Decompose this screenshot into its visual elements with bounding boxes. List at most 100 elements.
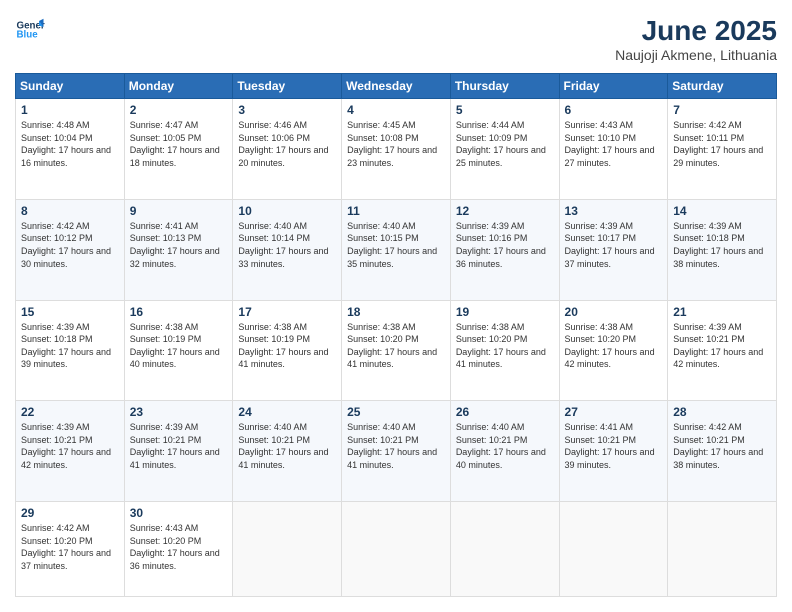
page: General Blue June 2025 Naujoji Akmene, L… (0, 0, 792, 612)
day-number: 27 (565, 405, 663, 419)
day-number: 9 (130, 204, 228, 218)
table-cell: 26 Sunrise: 4:40 AMSunset: 10:21 PMDayli… (450, 401, 559, 502)
day-info: Sunrise: 4:40 AMSunset: 10:14 PMDaylight… (238, 221, 328, 269)
day-number: 11 (347, 204, 445, 218)
col-sunday: Sunday (16, 74, 125, 99)
day-number: 21 (673, 305, 771, 319)
day-info: Sunrise: 4:40 AMSunset: 10:21 PMDaylight… (238, 422, 328, 470)
day-number: 22 (21, 405, 119, 419)
col-wednesday: Wednesday (342, 74, 451, 99)
subtitle: Naujoji Akmene, Lithuania (615, 47, 777, 63)
day-number: 10 (238, 204, 336, 218)
day-number: 20 (565, 305, 663, 319)
table-cell: 28 Sunrise: 4:42 AMSunset: 10:21 PMDayli… (668, 401, 777, 502)
table-cell: 21 Sunrise: 4:39 AMSunset: 10:21 PMDayli… (668, 300, 777, 401)
day-number: 26 (456, 405, 554, 419)
day-number: 23 (130, 405, 228, 419)
day-number: 6 (565, 103, 663, 117)
table-cell: 12 Sunrise: 4:39 AMSunset: 10:16 PMDayli… (450, 199, 559, 300)
logo: General Blue (15, 15, 45, 45)
day-number: 17 (238, 305, 336, 319)
table-cell (559, 502, 668, 597)
table-cell: 30 Sunrise: 4:43 AMSunset: 10:20 PMDayli… (124, 502, 233, 597)
day-info: Sunrise: 4:39 AMSunset: 10:16 PMDaylight… (456, 221, 546, 269)
day-info: Sunrise: 4:40 AMSunset: 10:15 PMDaylight… (347, 221, 437, 269)
day-number: 3 (238, 103, 336, 117)
table-cell: 10 Sunrise: 4:40 AMSunset: 10:14 PMDayli… (233, 199, 342, 300)
day-info: Sunrise: 4:40 AMSunset: 10:21 PMDaylight… (347, 422, 437, 470)
table-cell: 20 Sunrise: 4:38 AMSunset: 10:20 PMDayli… (559, 300, 668, 401)
table-cell: 6 Sunrise: 4:43 AMSunset: 10:10 PMDaylig… (559, 99, 668, 200)
day-number: 18 (347, 305, 445, 319)
table-cell: 4 Sunrise: 4:45 AMSunset: 10:08 PMDaylig… (342, 99, 451, 200)
table-cell: 3 Sunrise: 4:46 AMSunset: 10:06 PMDaylig… (233, 99, 342, 200)
day-info: Sunrise: 4:41 AMSunset: 10:13 PMDaylight… (130, 221, 220, 269)
day-info: Sunrise: 4:38 AMSunset: 10:20 PMDaylight… (347, 322, 437, 370)
day-info: Sunrise: 4:38 AMSunset: 10:20 PMDaylight… (565, 322, 655, 370)
col-friday: Friday (559, 74, 668, 99)
main-title: June 2025 (615, 15, 777, 47)
table-cell: 14 Sunrise: 4:39 AMSunset: 10:18 PMDayli… (668, 199, 777, 300)
day-info: Sunrise: 4:38 AMSunset: 10:20 PMDaylight… (456, 322, 546, 370)
table-cell: 7 Sunrise: 4:42 AMSunset: 10:11 PMDaylig… (668, 99, 777, 200)
day-info: Sunrise: 4:42 AMSunset: 10:11 PMDaylight… (673, 120, 763, 168)
day-number: 24 (238, 405, 336, 419)
day-number: 7 (673, 103, 771, 117)
table-cell (233, 502, 342, 597)
day-number: 16 (130, 305, 228, 319)
table-cell: 25 Sunrise: 4:40 AMSunset: 10:21 PMDayli… (342, 401, 451, 502)
table-cell (450, 502, 559, 597)
col-tuesday: Tuesday (233, 74, 342, 99)
day-number: 1 (21, 103, 119, 117)
calendar-table: Sunday Monday Tuesday Wednesday Thursday… (15, 73, 777, 597)
day-number: 15 (21, 305, 119, 319)
table-cell: 2 Sunrise: 4:47 AMSunset: 10:05 PMDaylig… (124, 99, 233, 200)
day-info: Sunrise: 4:39 AMSunset: 10:21 PMDaylight… (130, 422, 220, 470)
day-number: 12 (456, 204, 554, 218)
calendar-header-row: Sunday Monday Tuesday Wednesday Thursday… (16, 74, 777, 99)
day-number: 8 (21, 204, 119, 218)
day-info: Sunrise: 4:42 AMSunset: 10:21 PMDaylight… (673, 422, 763, 470)
day-number: 25 (347, 405, 445, 419)
day-info: Sunrise: 4:38 AMSunset: 10:19 PMDaylight… (238, 322, 328, 370)
table-cell (668, 502, 777, 597)
header: General Blue June 2025 Naujoji Akmene, L… (15, 15, 777, 63)
day-info: Sunrise: 4:48 AMSunset: 10:04 PMDaylight… (21, 120, 111, 168)
svg-text:Blue: Blue (17, 30, 39, 41)
col-monday: Monday (124, 74, 233, 99)
table-cell: 9 Sunrise: 4:41 AMSunset: 10:13 PMDaylig… (124, 199, 233, 300)
table-cell: 15 Sunrise: 4:39 AMSunset: 10:18 PMDayli… (16, 300, 125, 401)
day-info: Sunrise: 4:42 AMSunset: 10:20 PMDaylight… (21, 523, 111, 571)
table-cell: 24 Sunrise: 4:40 AMSunset: 10:21 PMDayli… (233, 401, 342, 502)
day-info: Sunrise: 4:39 AMSunset: 10:21 PMDaylight… (21, 422, 111, 470)
title-block: June 2025 Naujoji Akmene, Lithuania (615, 15, 777, 63)
day-info: Sunrise: 4:46 AMSunset: 10:06 PMDaylight… (238, 120, 328, 168)
logo-icon: General Blue (15, 15, 45, 45)
day-info: Sunrise: 4:39 AMSunset: 10:18 PMDaylight… (673, 221, 763, 269)
day-info: Sunrise: 4:45 AMSunset: 10:08 PMDaylight… (347, 120, 437, 168)
table-cell: 8 Sunrise: 4:42 AMSunset: 10:12 PMDaylig… (16, 199, 125, 300)
day-number: 13 (565, 204, 663, 218)
day-info: Sunrise: 4:39 AMSunset: 10:21 PMDaylight… (673, 322, 763, 370)
table-cell: 16 Sunrise: 4:38 AMSunset: 10:19 PMDayli… (124, 300, 233, 401)
table-cell: 23 Sunrise: 4:39 AMSunset: 10:21 PMDayli… (124, 401, 233, 502)
day-info: Sunrise: 4:42 AMSunset: 10:12 PMDaylight… (21, 221, 111, 269)
table-cell: 19 Sunrise: 4:38 AMSunset: 10:20 PMDayli… (450, 300, 559, 401)
table-cell: 18 Sunrise: 4:38 AMSunset: 10:20 PMDayli… (342, 300, 451, 401)
day-info: Sunrise: 4:39 AMSunset: 10:18 PMDaylight… (21, 322, 111, 370)
day-info: Sunrise: 4:43 AMSunset: 10:20 PMDaylight… (130, 523, 220, 571)
table-cell: 29 Sunrise: 4:42 AMSunset: 10:20 PMDayli… (16, 502, 125, 597)
day-info: Sunrise: 4:40 AMSunset: 10:21 PMDaylight… (456, 422, 546, 470)
day-info: Sunrise: 4:38 AMSunset: 10:19 PMDaylight… (130, 322, 220, 370)
col-saturday: Saturday (668, 74, 777, 99)
day-number: 28 (673, 405, 771, 419)
day-number: 4 (347, 103, 445, 117)
table-cell (342, 502, 451, 597)
day-info: Sunrise: 4:39 AMSunset: 10:17 PMDaylight… (565, 221, 655, 269)
table-cell: 27 Sunrise: 4:41 AMSunset: 10:21 PMDayli… (559, 401, 668, 502)
day-number: 19 (456, 305, 554, 319)
day-number: 30 (130, 506, 228, 520)
table-cell: 1 Sunrise: 4:48 AMSunset: 10:04 PMDaylig… (16, 99, 125, 200)
table-cell: 11 Sunrise: 4:40 AMSunset: 10:15 PMDayli… (342, 199, 451, 300)
table-cell: 17 Sunrise: 4:38 AMSunset: 10:19 PMDayli… (233, 300, 342, 401)
